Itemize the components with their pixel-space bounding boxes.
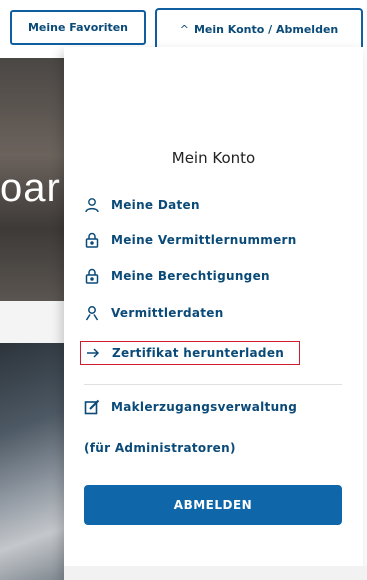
account-logout-button[interactable]: ^ Mein Konto / Abmelden <box>155 8 363 48</box>
menu-item-label: Meine Berechtigungen <box>111 269 270 283</box>
menu-item-label: Maklerzugangsverwaltung <box>111 400 298 414</box>
admin-note: (für Administratoren) <box>84 441 236 455</box>
account-dropdown: Mein Konto Meine Daten Meine Vermittlern… <box>64 47 363 580</box>
menu-item-meine-daten[interactable]: Meine Daten <box>84 197 200 213</box>
favorites-label: Meine Favoriten <box>27 21 129 34</box>
background-image <box>0 343 64 580</box>
menu-item-zertifikat-download[interactable]: Zertifikat herunterladen <box>80 341 300 365</box>
menu-item-vermittlerdaten[interactable]: Vermittlerdaten <box>84 305 224 321</box>
hero-image: oar <box>0 58 64 301</box>
person-icon <box>85 306 99 321</box>
lock-icon <box>85 232 99 248</box>
account-label: Mein Konto / Abmelden <box>193 22 339 36</box>
menu-item-vermittlernummern[interactable]: Meine Vermittlernummern <box>84 232 297 248</box>
chevron-up-icon: ^ <box>179 22 189 36</box>
dropdown-title: Mein Konto <box>171 149 256 167</box>
lock-icon <box>85 268 99 284</box>
menu-item-label: Meine Vermittlernummern <box>111 233 297 247</box>
menu-item-maklerzugangsverwaltung[interactable]: Maklerzugangsverwaltung <box>84 399 297 415</box>
hero-text: oar <box>0 166 61 210</box>
background-gap <box>0 301 64 343</box>
edit-icon <box>84 399 100 415</box>
menu-item-label: Zertifikat herunterladen <box>112 346 285 360</box>
favorites-button[interactable]: Meine Favoriten <box>10 10 146 45</box>
menu-item-label: Meine Daten <box>111 198 200 212</box>
person-icon <box>85 198 99 213</box>
logout-button[interactable]: ABMELDEN <box>84 485 342 525</box>
bottom-strip <box>64 566 367 580</box>
menu-item-berechtigungen[interactable]: Meine Berechtigungen <box>84 268 270 284</box>
arrow-right-icon <box>87 348 100 358</box>
divider <box>84 384 342 385</box>
menu-item-label: Vermittlerdaten <box>111 306 224 320</box>
